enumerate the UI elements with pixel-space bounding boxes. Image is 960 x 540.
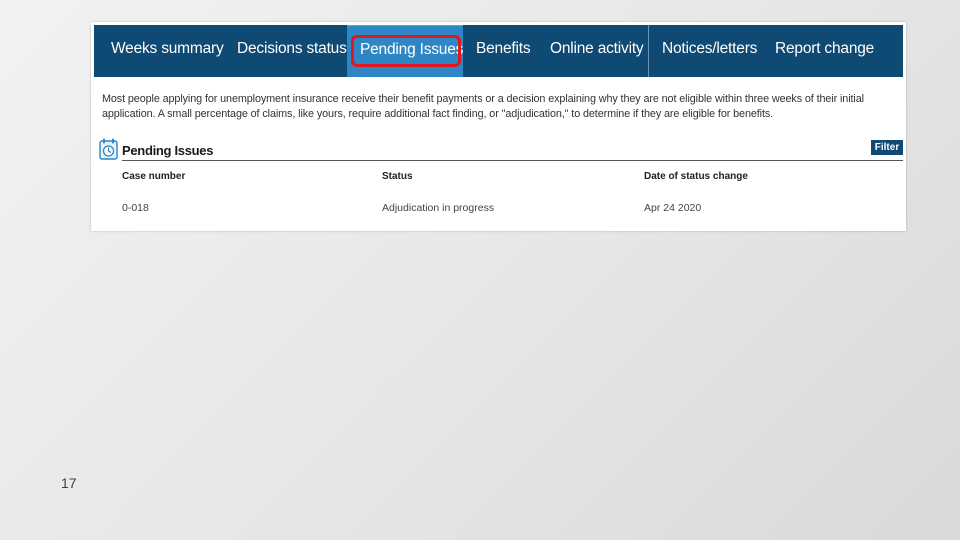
cell-case-number: 0-018	[122, 202, 149, 214]
tab-report-change[interactable]: Report change	[775, 25, 874, 77]
section-title: Pending Issues	[122, 143, 214, 158]
cell-status: Adjudication in progress	[382, 202, 495, 214]
tab-online-activity[interactable]: Online activity	[550, 25, 644, 77]
calendar-clock-icon	[99, 138, 118, 160]
column-header-case-number[interactable]: Case number	[122, 171, 185, 182]
tab-notices-letters[interactable]: Notices/letters	[662, 25, 757, 77]
top-navigation: Weeks summary Decisions status Pending I…	[94, 25, 903, 77]
cell-date: Apr 24 2020	[644, 202, 702, 214]
tab-pending-issues[interactable]: Pending Issues	[347, 25, 463, 77]
column-header-date[interactable]: Date of status change	[644, 171, 748, 182]
filter-button[interactable]: Filter	[871, 140, 903, 155]
nav-divider	[648, 25, 649, 77]
screenshot-panel: Weeks summary Decisions status Pending I…	[91, 22, 906, 231]
tab-decisions-status[interactable]: Decisions status	[237, 25, 347, 77]
page-number: 17	[61, 475, 77, 491]
tab-benefits[interactable]: Benefits	[476, 25, 531, 77]
tab-weeks-summary[interactable]: Weeks summary	[111, 25, 224, 77]
section-divider	[122, 160, 903, 161]
intro-text: Most people applying for unemployment in…	[102, 93, 864, 120]
column-header-status[interactable]: Status	[382, 171, 413, 182]
